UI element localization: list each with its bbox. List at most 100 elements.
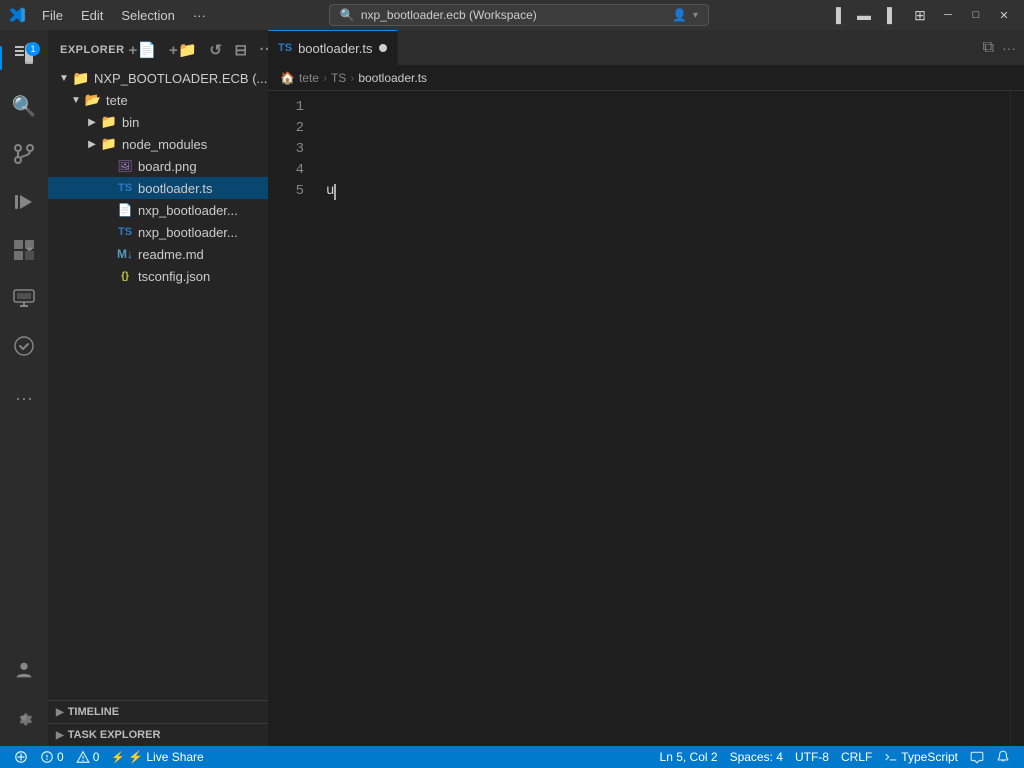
activity-tasks-icon[interactable] <box>0 322 48 370</box>
workspace-root[interactable]: ▼ 📁 NXP_BOOTLOADER.ECB (... <box>48 67 268 89</box>
bin-folder-icon: 📁 <box>100 113 118 131</box>
grid-layout-btn[interactable]: ⊞ <box>908 3 932 27</box>
sidebar-new-file-icon[interactable]: +📄 <box>125 39 161 61</box>
menu-selection[interactable]: Selection <box>113 6 182 25</box>
activity-scm-icon[interactable] <box>0 130 48 178</box>
activity-run-icon[interactable] <box>0 178 48 226</box>
breadcrumb-tete[interactable]: tete <box>299 71 319 85</box>
code-editor[interactable]: 1 2 3 4 5 u <box>268 91 1024 746</box>
settings-icon <box>13 707 35 729</box>
menu-file[interactable]: File <box>34 6 71 25</box>
tree-item-node-modules[interactable]: ▶ 📁 node_modules <box>48 133 268 155</box>
tree-item-bootloader-ts[interactable]: ▶ TS bootloader.ts <box>48 177 268 199</box>
accounts-icon <box>13 659 35 681</box>
tree-item-tsconfig-json[interactable]: ▶ {} tsconfig.json <box>48 265 268 287</box>
explorer-badge: 1 <box>26 42 40 56</box>
timeline-panel: ▶ TIMELINE <box>48 700 268 723</box>
text-cursor <box>334 184 336 200</box>
tree-item-nxp-bootloader-2[interactable]: ▶ TS nxp_bootloader... <box>48 221 268 243</box>
status-language-item[interactable]: TypeScript <box>878 746 964 768</box>
status-notifications-item[interactable] <box>990 746 1016 768</box>
window-controls: ▐ ▬ ▌ ⊞ ─ □ ✕ <box>824 3 1016 27</box>
tree-item-tete[interactable]: ▼ 📂 tete <box>48 89 268 111</box>
code-content[interactable]: u <box>318 91 1010 746</box>
tab-bootloader-ts[interactable]: TS bootloader.ts <box>268 30 398 65</box>
tree-item-board-png[interactable]: ▶ 🖼 board.png <box>48 155 268 177</box>
tete-label: tete <box>106 93 128 108</box>
node-modules-folder-icon: 📁 <box>100 135 118 153</box>
search-text: nxp_bootloader.ecb (Workspace) <box>361 8 537 22</box>
bootloader-ts-icon: TS <box>116 179 134 197</box>
editor-more-icon[interactable]: ··· <box>1002 40 1016 56</box>
tab-dirty-indicator <box>379 44 387 52</box>
activity-explorer-icon[interactable]: 1 <box>0 34 48 82</box>
remote-explorer-icon <box>12 286 36 310</box>
tab-label: bootloader.ts <box>298 41 372 56</box>
code-line-3 <box>326 139 1010 160</box>
global-search-box[interactable]: 🔍 nxp_bootloader.ecb (Workspace) 👤 ▾ <box>329 4 709 26</box>
live-share-label: ⚡ Live Share <box>128 750 204 764</box>
chevron-down-icon: ▾ <box>693 10 698 21</box>
status-errors-item[interactable]: 0 <box>34 746 70 768</box>
status-left: 0 0 ⚡ ⚡ Live Share <box>8 746 210 768</box>
status-live-share-item[interactable]: ⚡ ⚡ Live Share <box>105 746 209 768</box>
status-position-item[interactable]: Ln 5, Col 2 <box>654 746 724 768</box>
workspace-icon: 📁 <box>72 69 90 87</box>
task-explorer-panel-header[interactable]: ▶ TASK EXPLORER <box>48 724 268 746</box>
feedback-icon <box>970 750 984 764</box>
tsconfig-label: tsconfig.json <box>138 269 210 284</box>
sidebar-header-icons: +📄 +📁 ↺ ⊟ ··· <box>125 39 268 61</box>
tree-item-bin[interactable]: ▶ 📁 bin <box>48 111 268 133</box>
minimize-button[interactable]: ─ <box>936 3 960 27</box>
tree-item-readme-md[interactable]: ▶ M↓ readme.md <box>48 243 268 265</box>
status-encoding-item[interactable]: UTF-8 <box>789 746 835 768</box>
menu-edit[interactable]: Edit <box>73 6 111 25</box>
status-feedback-item[interactable] <box>964 746 990 768</box>
status-eol-item[interactable]: CRLF <box>835 746 878 768</box>
status-bar: 0 0 ⚡ ⚡ Live Share Ln 5, Col 2 Spaces: 4… <box>0 746 1024 768</box>
main-layout: 1 🔍 <box>0 30 1024 746</box>
readme-md-icon: M↓ <box>116 245 134 263</box>
code-line-1 <box>326 97 1010 118</box>
editor-layout-icon[interactable]: ⧉ <box>983 39 994 57</box>
menu-more[interactable]: ··· <box>185 6 214 25</box>
code-line-4 <box>326 160 1010 181</box>
nxp2-ts-icon: TS <box>116 223 134 241</box>
search-activity-icon: 🔍 <box>12 94 37 119</box>
activity-search-icon[interactable]: 🔍 <box>0 82 48 130</box>
breadcrumb-file[interactable]: bootloader.ts <box>358 71 427 85</box>
language-icon <box>884 750 898 764</box>
status-warnings-item[interactable]: 0 <box>70 746 106 768</box>
error-icon <box>40 750 54 764</box>
activity-more-icon[interactable]: ··· <box>0 374 48 422</box>
activity-settings-icon[interactable] <box>0 694 48 742</box>
remote-status-icon <box>14 750 28 764</box>
sidebar-toggle-btn[interactable]: ▐ <box>824 3 848 27</box>
code-line-5: u <box>326 181 1010 202</box>
sidebar-collapse-icon[interactable]: ⊟ <box>230 39 251 61</box>
tasks-icon <box>12 334 36 358</box>
sidebar: EXPLORER +📄 +📁 ↺ ⊟ ··· ▼ 📁 NXP_BOOTLOADE… <box>48 30 268 746</box>
sidebar-refresh-icon[interactable]: ↺ <box>205 39 226 61</box>
sidebar-more-icon[interactable]: ··· <box>256 39 268 61</box>
breadcrumb-ts[interactable]: TS <box>331 71 346 85</box>
line-number-2: 2 <box>268 118 304 139</box>
sidebar-new-folder-icon[interactable]: +📁 <box>165 39 201 61</box>
close-button[interactable]: ✕ <box>992 3 1016 27</box>
activity-accounts-icon[interactable] <box>0 646 48 694</box>
timeline-panel-header[interactable]: ▶ TIMELINE <box>48 701 268 723</box>
status-remote-item[interactable] <box>8 746 34 768</box>
tree-item-nxp-bootloader-1[interactable]: ▶ 📄 nxp_bootloader... <box>48 199 268 221</box>
maximize-button[interactable]: □ <box>964 3 988 27</box>
status-spaces-item[interactable]: Spaces: 4 <box>724 746 789 768</box>
panel-toggle-btn[interactable]: ▬ <box>852 3 876 27</box>
activity-remote-icon[interactable] <box>0 274 48 322</box>
spaces-label: Spaces: 4 <box>730 750 783 764</box>
readme-label: readme.md <box>138 247 204 262</box>
nxp2-label: nxp_bootloader... <box>138 225 238 240</box>
right-panel-btn[interactable]: ▌ <box>880 3 904 27</box>
error-count: 0 <box>57 750 64 764</box>
activity-extensions-icon[interactable] <box>0 226 48 274</box>
workspace-label: NXP_BOOTLOADER.ECB (... <box>94 71 267 86</box>
node-modules-arrow-icon: ▶ <box>84 139 100 150</box>
